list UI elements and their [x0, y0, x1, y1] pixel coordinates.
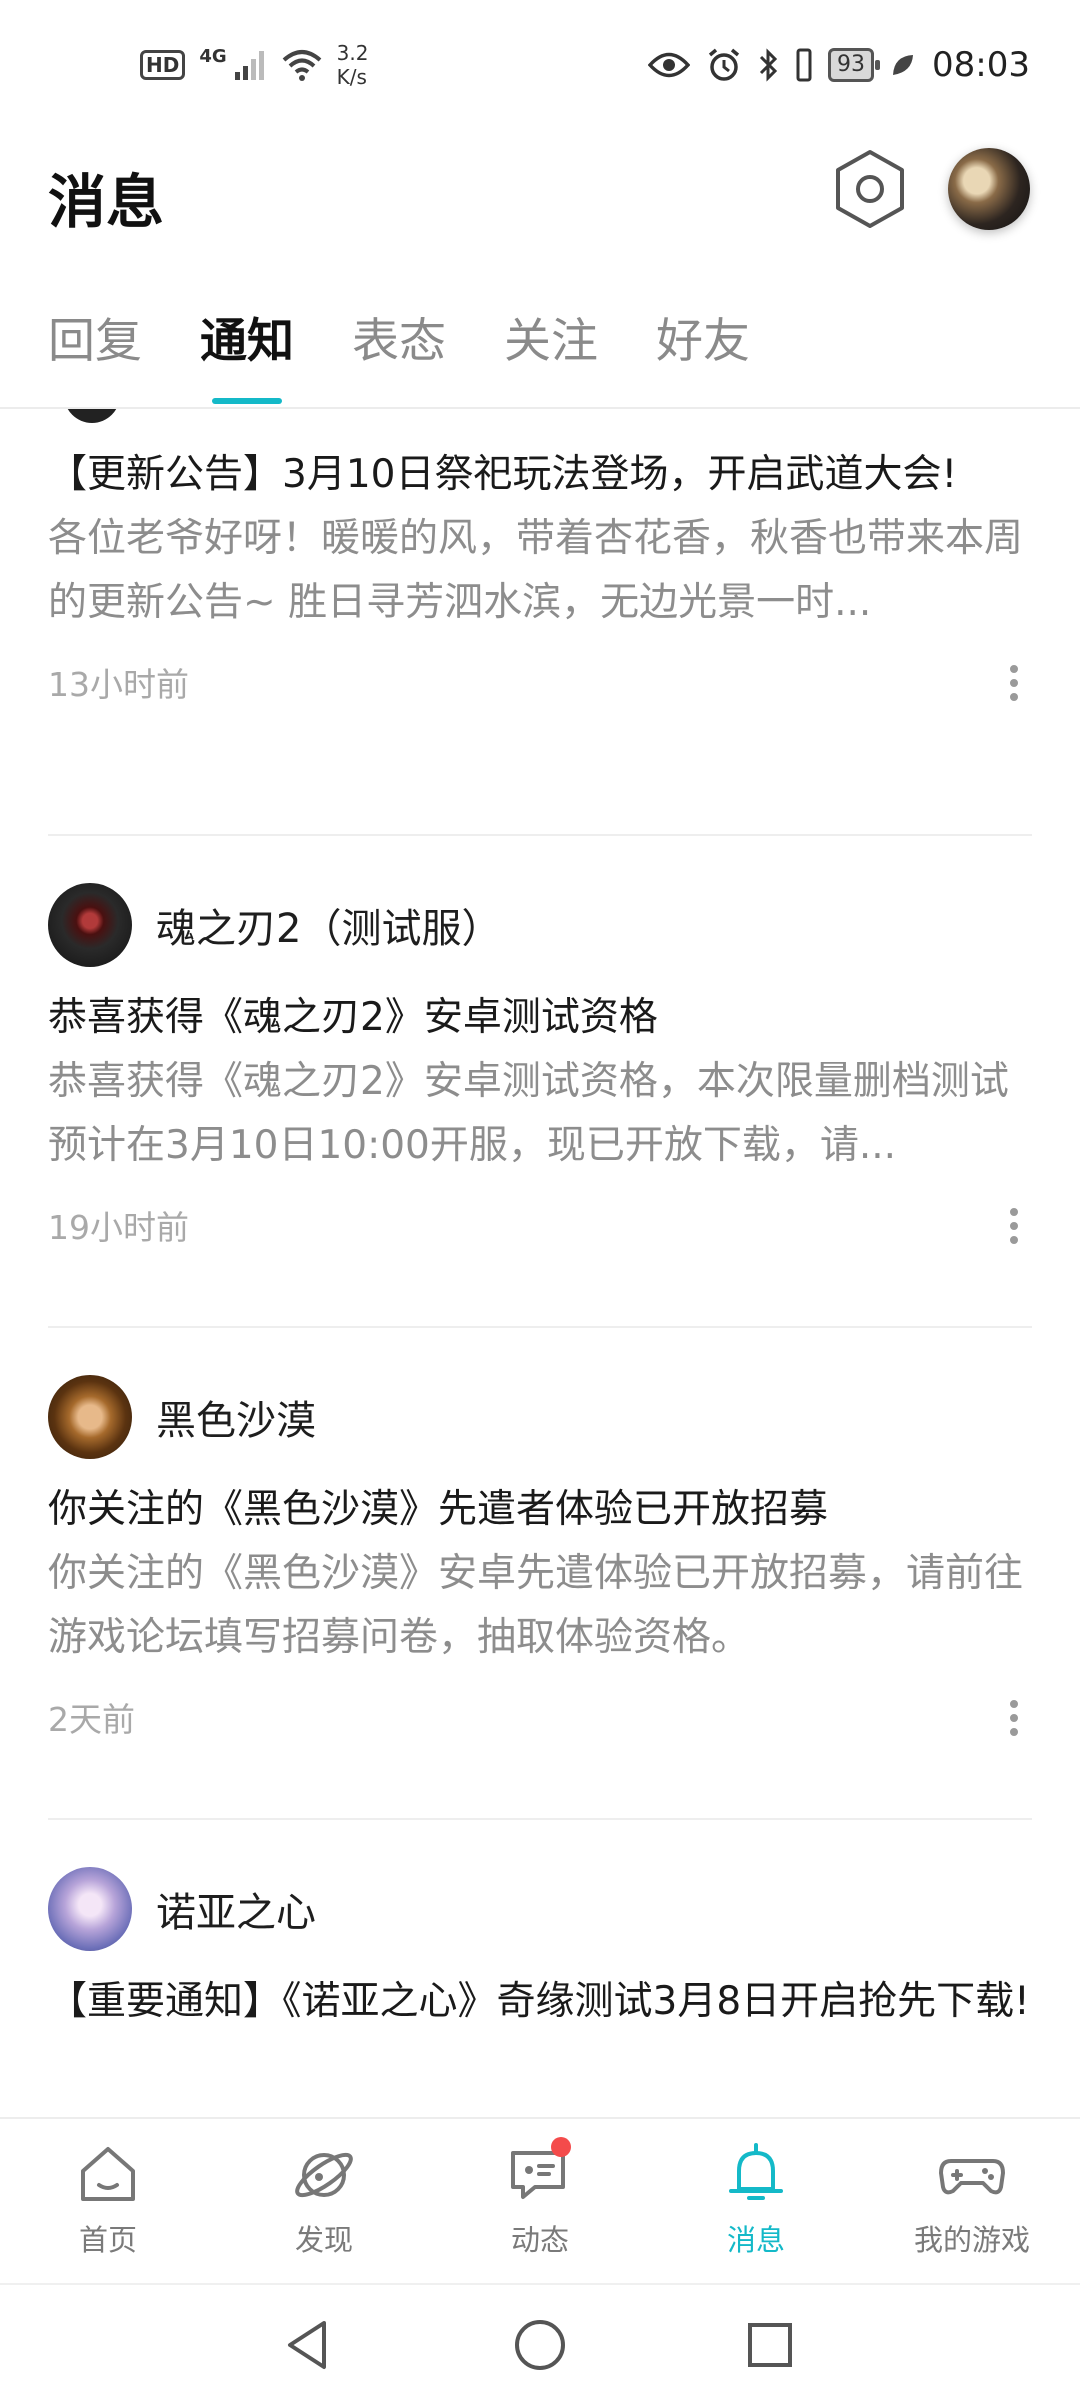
user-avatar[interactable] — [948, 148, 1030, 230]
notification-source[interactable]: 黑色沙漠 — [48, 1374, 1032, 1460]
notification-item[interactable]: 诺亚之心 【重要通知】《诺亚之心》奇缘测试3月8日开启抢先下载! — [48, 1866, 1032, 2034]
network-type-label: 4G — [199, 45, 227, 67]
signal-icon — [234, 51, 264, 80]
source-avatar[interactable] — [64, 409, 120, 423]
bell-icon — [729, 2143, 783, 2200]
source-name: 黑色沙漠 — [156, 1398, 316, 1444]
notification-badge — [551, 2137, 571, 2157]
alarm-icon — [708, 48, 740, 81]
nav-my-games[interactable]: 我的游戏 — [892, 2139, 1052, 2259]
wifi-icon — [282, 50, 321, 81]
recents-icon[interactable] — [740, 2315, 800, 2375]
net-speed-value: 3.2 — [336, 41, 369, 65]
nav-messages[interactable]: 消息 — [676, 2139, 836, 2259]
notification-time: 13小时前 — [48, 665, 189, 704]
home-circle-icon[interactable] — [510, 2315, 570, 2375]
notification-title: 恭喜获得《魂之刃2》安卓测试资格 — [48, 995, 658, 1040]
home-icon — [81, 2147, 135, 2201]
nav-label: 发现 — [294, 2223, 353, 2257]
nav-label: 首页 — [78, 2223, 137, 2257]
nav-feed[interactable]: 动态 — [460, 2137, 620, 2259]
notification-item[interactable]: 【更新公告】3月10日祭祀玩法登场，开启武道大会! 各位老爷好呀！暖暖的风，带着… — [48, 443, 1032, 715]
nav-discover[interactable]: 发现 — [244, 2139, 404, 2259]
clock: 08:03 — [932, 45, 1030, 85]
notification-feed[interactable]: 【更新公告】3月10日祭祀玩法登场，开启武道大会! 各位老爷好呀！暖暖的风，带着… — [0, 409, 1080, 2117]
vibrate-icon — [796, 48, 812, 82]
divider — [48, 834, 1032, 836]
notification-title: 【重要通知】《诺亚之心》奇缘测试3月8日开启抢先下载! — [48, 1979, 1030, 2024]
tab-notifications[interactable]: 通知 — [200, 310, 294, 404]
notification-summary: 你关注的《黑色沙漠》安卓先遣体验已开放招募，请前往游戏论坛填写招募问卷，抽取体验… — [48, 1551, 1024, 1660]
eye-icon — [648, 52, 691, 78]
tab-reply[interactable]: 回复 — [48, 310, 142, 390]
notification-meta: 13小时前 — [48, 655, 1032, 715]
status-right: 93 08:03 — [648, 40, 1030, 90]
feed-icon-wrap — [505, 2137, 575, 2209]
notification-meta: 19小时前 — [48, 1198, 1032, 1258]
nav-label: 消息 — [726, 2223, 785, 2257]
nav-home[interactable]: 首页 — [28, 2139, 188, 2259]
tab-friends[interactable]: 好友 — [656, 310, 750, 390]
notification-item[interactable]: 魂之刃2（测试服） 恭喜获得《魂之刃2》安卓测试资格 恭喜获得《魂之刃2》安卓测… — [48, 882, 1032, 1258]
notification-title: 【更新公告】3月10日祭祀玩法登场，开启武道大会! — [48, 452, 958, 497]
battery-icon: 93 — [828, 48, 881, 82]
notification-source[interactable]: 魂之刃2（测试服） — [48, 882, 1032, 968]
discover-icon — [295, 2152, 353, 2198]
source-avatar[interactable] — [48, 1867, 132, 1951]
notification-summary: 恭喜获得《魂之刃2》安卓测试资格，本次限量删档测试预计在3月10日10:00开服… — [48, 1059, 1009, 1168]
notification-time: 2天前 — [48, 1700, 135, 1739]
net-speed-unit: K/s — [336, 65, 367, 89]
tab-follows[interactable]: 关注 — [504, 310, 598, 390]
net-speed: 3.2 K/s — [337, 41, 369, 89]
leaf-icon — [893, 55, 914, 75]
more-options-icon[interactable] — [1004, 665, 1024, 709]
settings-icon[interactable] — [832, 148, 908, 230]
nav-label: 动态 — [510, 2223, 569, 2257]
nav-label: 我的游戏 — [913, 2223, 1030, 2257]
divider — [48, 1326, 1032, 1328]
notification-source[interactable]: 诺亚之心 — [48, 1866, 1032, 1952]
source-name: 魂之刃2（测试服） — [156, 906, 502, 952]
source-name: 诺亚之心 — [156, 1890, 316, 1936]
system-navigation — [0, 2283, 1080, 2402]
bottom-navigation: 首页 发现 动态 消息 我的游戏 — [0, 2117, 1080, 2283]
notification-item[interactable]: 黑色沙漠 你关注的《黑色沙漠》先遣者体验已开放招募 你关注的《黑色沙漠》安卓先遣… — [48, 1374, 1032, 1750]
source-avatar[interactable] — [48, 883, 132, 967]
back-icon[interactable] — [278, 2315, 338, 2375]
source-avatar[interactable] — [48, 1375, 132, 1459]
status-left: HD 4G 3.2 K/s — [140, 40, 368, 90]
notification-summary: 各位老爷好呀！暖暖的风，带着杏花香，秋香也带来本周的更新公告~ 胜日寻芳泗水滨，… — [48, 516, 1024, 625]
message-tabs: 回复 通知 表态 关注 好友 — [48, 310, 808, 404]
gamepad-icon — [939, 2159, 1005, 2195]
page-title: 消息 — [48, 168, 165, 236]
notification-title: 你关注的《黑色沙漠》先遣者体验已开放招募 — [48, 1487, 829, 1532]
more-options-icon[interactable] — [1004, 1208, 1024, 1252]
more-options-icon[interactable] — [1004, 1700, 1024, 1744]
divider — [48, 1818, 1032, 1820]
hd-icon: HD — [140, 50, 186, 80]
bluetooth-icon — [759, 48, 778, 82]
notification-meta: 2天前 — [48, 1690, 1032, 1750]
notification-time: 19小时前 — [48, 1208, 189, 1247]
status-bar: HD 4G 3.2 K/s 93 08:03 — [0, 0, 1080, 130]
tab-reactions[interactable]: 表态 — [352, 310, 446, 390]
